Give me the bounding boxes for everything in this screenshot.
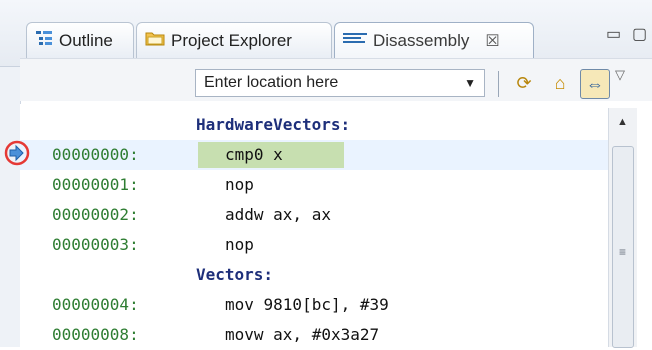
listing-line[interactable]: 00000002: addw ax, ax xyxy=(20,200,620,230)
dropdown-arrow-icon[interactable]: ▼ xyxy=(464,76,476,90)
maximize-icon[interactable]: ▢ xyxy=(632,24,647,44)
listing-line: Vectors: xyxy=(20,260,620,290)
instruction-text: mov 9810[bc], #39 xyxy=(225,295,389,314)
disassembly-listing[interactable]: HardwareVectors: 00000000: cmp0 x 000000… xyxy=(20,104,636,347)
minimize-icon[interactable]: ▭ xyxy=(606,24,621,44)
vertical-scrollbar[interactable]: ▲ ≡ xyxy=(608,108,637,348)
tab-disassembly[interactable]: Disassembly ☒ xyxy=(334,22,534,58)
address-text: 00000008: xyxy=(52,325,139,344)
folder-icon xyxy=(145,29,165,52)
disassembly-icon xyxy=(343,31,367,51)
view-menu-icon[interactable]: ▽ xyxy=(615,67,625,83)
label-text: Vectors: xyxy=(196,265,274,284)
listing-line: HardwareVectors: xyxy=(20,110,620,140)
tab-disassembly-label: Disassembly xyxy=(373,30,470,50)
instruction-text: cmp0 x xyxy=(225,145,283,164)
instruction-text: addw ax, ax xyxy=(225,205,331,224)
scroll-up-icon[interactable]: ▲ xyxy=(617,116,628,128)
outline-icon xyxy=(35,29,53,52)
listing-line[interactable]: 00000008: movw ax, #0x3a27 xyxy=(20,320,620,350)
address-text: 00000004: xyxy=(52,295,139,314)
scroll-thumb[interactable]: ≡ xyxy=(612,146,634,348)
location-placeholder: Enter location here xyxy=(204,74,339,91)
location-input[interactable]: Enter location here ▼ xyxy=(195,69,485,97)
eclipse-disassembly-view: Outline Project Explorer Disassembly ☒ ▭… xyxy=(0,0,652,348)
home-icon[interactable]: ⌂ xyxy=(546,69,574,97)
tab-outline-label: Outline xyxy=(59,30,113,50)
listing-line[interactable]: 00000001: nop xyxy=(20,170,620,200)
instruction-text: nop xyxy=(225,175,254,194)
listing-line[interactable]: 00000003: nop xyxy=(20,230,620,260)
address-text: 00000002: xyxy=(52,205,139,224)
tab-project-explorer-label: Project Explorer xyxy=(171,30,292,50)
toolbar: Enter location here ▼ ⟳ ⌂ ⇔ ▽ xyxy=(20,58,652,101)
instruction-text: nop xyxy=(225,235,254,254)
link-with-debug-icon[interactable]: ⇔ xyxy=(580,69,610,99)
tab-bar: Outline Project Explorer Disassembly ☒ ▭… xyxy=(0,0,652,67)
grip-icon: ≡ xyxy=(619,245,627,259)
listing-line-current[interactable]: 00000000: cmp0 x xyxy=(20,140,636,170)
instruction-text: movw ax, #0x3a27 xyxy=(225,325,380,344)
go-to-location-icon[interactable]: ⟳ xyxy=(510,69,538,97)
address-text: 00000001: xyxy=(52,175,139,194)
address-text: 00000003: xyxy=(52,235,139,254)
tab-project-explorer[interactable]: Project Explorer xyxy=(136,22,332,58)
listing-line[interactable]: 00000004: mov 9810[bc], #39 xyxy=(20,290,620,320)
close-icon[interactable]: ☒ xyxy=(485,31,499,51)
address-text: 00000000: xyxy=(52,145,139,164)
toolbar-separator xyxy=(498,71,499,97)
label-text: HardwareVectors: xyxy=(196,115,351,134)
tab-outline[interactable]: Outline xyxy=(26,22,134,58)
instruction-pointer-icon xyxy=(4,140,30,166)
